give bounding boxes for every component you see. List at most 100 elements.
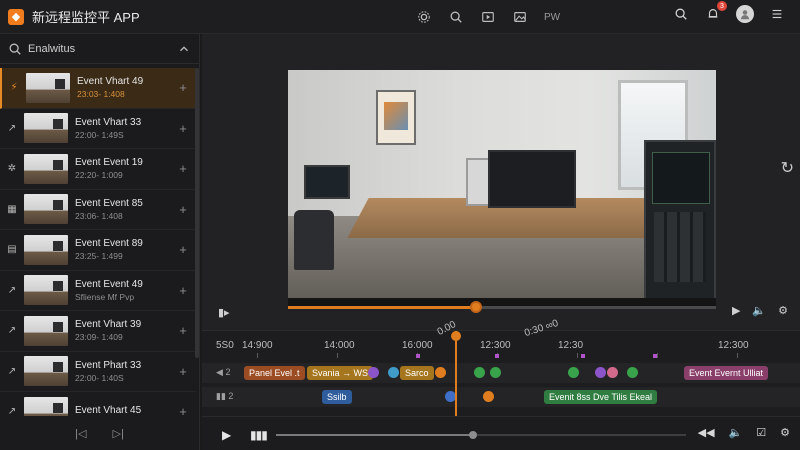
event-dot[interactable] bbox=[483, 391, 494, 402]
settings-icon[interactable]: ⚙ bbox=[778, 304, 788, 317]
video-progress-track[interactable] bbox=[288, 301, 716, 313]
monitor bbox=[488, 150, 576, 208]
tick-mark bbox=[337, 353, 338, 358]
event-item[interactable]: ▦ Event Event 85 23:06- 1:408 + bbox=[0, 190, 196, 230]
office-chair bbox=[294, 210, 334, 270]
event-item[interactable]: ✲ Event Event 19 22:20- 1:009 + bbox=[0, 149, 196, 190]
video-icon[interactable] bbox=[479, 8, 497, 26]
rewind-icon[interactable]: ◀◀ bbox=[698, 426, 715, 439]
collapse-chevron-icon[interactable] bbox=[177, 40, 191, 58]
timeline-track[interactable]: ◀ 2 Panel Evel .t Svania → WS Sarco Even… bbox=[202, 363, 800, 383]
add-event-icon[interactable]: + bbox=[176, 242, 190, 257]
volume-icon[interactable]: 🔈 bbox=[729, 426, 743, 439]
event-dot[interactable] bbox=[595, 367, 606, 378]
center-toolbar: PW bbox=[415, 8, 561, 26]
pw-label[interactable]: PW bbox=[543, 8, 561, 26]
playhead-handle[interactable] bbox=[451, 331, 461, 341]
add-event-icon[interactable]: + bbox=[176, 323, 190, 338]
event-item[interactable]: ⚡ Event Vhart 49 23:03- 1:408 + bbox=[0, 68, 196, 109]
track-label: ▮▮ 2 bbox=[216, 391, 233, 402]
event-time: 22:00- 1:40S bbox=[75, 372, 124, 383]
event-item[interactable]: ↗ Event Event 49 Sfliense Mf Pvp + bbox=[0, 271, 196, 311]
sidebar-scrollbar[interactable] bbox=[195, 68, 199, 358]
add-event-icon[interactable]: + bbox=[176, 202, 190, 217]
event-dot[interactable] bbox=[490, 367, 501, 378]
playback-scrubber[interactable] bbox=[276, 431, 686, 439]
refresh-icon[interactable]: ↻ bbox=[781, 158, 794, 178]
event-item[interactable]: ▤ Event Event 89 23:25- 1:499 + bbox=[0, 230, 196, 271]
timeline-clip[interactable]: Event Evernt Ulliat bbox=[684, 366, 769, 380]
user-avatar[interactable] bbox=[736, 5, 754, 23]
video-progress-knob[interactable] bbox=[470, 301, 483, 313]
motion-icon: ↗ bbox=[7, 122, 17, 134]
event-marker[interactable] bbox=[653, 354, 657, 358]
tick-mark bbox=[257, 353, 258, 358]
add-event-icon[interactable]: + bbox=[176, 364, 190, 379]
track-toggle-icon[interactable]: ▮▮ bbox=[216, 391, 226, 401]
next-page-icon[interactable]: ▷| bbox=[113, 427, 124, 440]
event-dot[interactable] bbox=[368, 367, 379, 378]
motion-icon: ↗ bbox=[7, 325, 17, 337]
event-title: Event Vhart 33 bbox=[75, 116, 142, 128]
search-icon[interactable] bbox=[447, 8, 465, 26]
event-search-row bbox=[0, 34, 199, 64]
event-marker[interactable] bbox=[495, 354, 499, 358]
timeline-clip[interactable]: Svania → WS bbox=[307, 366, 374, 380]
timeline-clip[interactable]: Ssilb bbox=[322, 390, 352, 404]
event-title: Event Event 49 bbox=[75, 278, 143, 290]
event-time: 23:06- 1:408 bbox=[75, 210, 123, 221]
add-event-icon[interactable]: + bbox=[176, 121, 190, 136]
event-dot[interactable] bbox=[568, 367, 579, 378]
event-dot[interactable] bbox=[474, 367, 485, 378]
play-icon[interactable]: ▶ bbox=[732, 304, 740, 317]
video-progress-fill bbox=[288, 306, 477, 309]
global-search-icon[interactable] bbox=[672, 5, 690, 23]
pause-button[interactable]: ▮▮▮ bbox=[250, 428, 268, 442]
track-toggle-icon[interactable]: ◀ bbox=[216, 367, 223, 377]
tick-mark bbox=[657, 353, 658, 358]
timeline-clip[interactable]: Panel Evel .t bbox=[244, 366, 305, 380]
settings-gear-icon[interactable]: ⚙ bbox=[780, 426, 790, 439]
settings-gear-icon[interactable] bbox=[415, 8, 433, 26]
add-event-icon[interactable]: + bbox=[176, 80, 190, 95]
notification-badge: 3 bbox=[717, 1, 727, 11]
event-item[interactable]: ↗ Event Vhart 39 23:09- 1:409 + bbox=[0, 311, 196, 352]
event-item[interactable]: ↗ Event Vhart 33 22:00- 1:49S + bbox=[0, 109, 196, 149]
previous-page-icon[interactable]: |◁ bbox=[75, 427, 86, 440]
scrubber-knob[interactable] bbox=[468, 431, 477, 439]
event-time: 23:25- 1:499 bbox=[75, 251, 123, 262]
search-icon bbox=[8, 40, 22, 58]
alert-bolt-icon: ⚡ bbox=[10, 82, 18, 94]
sidebar-footer: |◁ ▷| bbox=[0, 416, 200, 450]
image-icon[interactable] bbox=[511, 8, 529, 26]
event-search-input[interactable] bbox=[28, 42, 177, 55]
timeline-clip[interactable]: Sarco bbox=[400, 366, 434, 380]
event-dot[interactable] bbox=[627, 367, 638, 378]
add-event-icon[interactable]: + bbox=[176, 283, 190, 298]
monitor bbox=[304, 165, 350, 199]
app-logo: ◆ bbox=[8, 8, 24, 25]
event-dot[interactable] bbox=[607, 367, 618, 378]
timeline-track[interactable]: ▮▮ 2 Ssilb Evenit 8ss Dve Tilis Ekeal bbox=[202, 387, 800, 407]
video-frame[interactable] bbox=[288, 70, 716, 306]
menu-icon[interactable] bbox=[768, 5, 786, 23]
timeline-playhead[interactable] bbox=[451, 331, 461, 417]
snapshot-icon[interactable]: ☑ bbox=[756, 426, 766, 439]
event-marker[interactable] bbox=[581, 354, 585, 358]
event-title: Event Event 19 bbox=[75, 157, 143, 169]
timeline-clip[interactable]: Evenit 8ss Dve Tilis Ekeal bbox=[544, 390, 658, 404]
add-event-icon[interactable]: + bbox=[176, 161, 190, 176]
event-dot[interactable] bbox=[435, 367, 446, 378]
track-number: 2 bbox=[225, 367, 231, 377]
event-dot[interactable] bbox=[388, 367, 399, 378]
event-title: Event Event 89 bbox=[75, 238, 143, 250]
event-sidebar: ⚡ Event Vhart 4923:03- 1:408 + ↗ Event V… bbox=[0, 34, 200, 433]
tick-label: 14:000 bbox=[324, 340, 355, 351]
volume-icon[interactable]: 🔈 bbox=[752, 304, 766, 317]
play-button[interactable]: ▶ bbox=[222, 428, 231, 442]
event-title: Event Vhart 49 bbox=[77, 76, 144, 88]
notification-bell-icon[interactable]: 3 bbox=[704, 1, 727, 23]
event-marker[interactable] bbox=[416, 354, 420, 358]
frame-step-icon[interactable]: ▮▸ bbox=[218, 306, 230, 319]
event-item[interactable]: ↗ Event Phart 33 22:00- 1:40S + bbox=[0, 352, 196, 392]
